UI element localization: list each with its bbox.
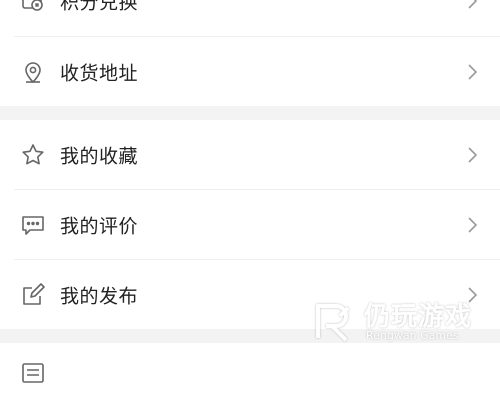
menu-item-label: 收货地址	[60, 62, 139, 84]
menu-item-reviews[interactable]: 我的评价	[0, 190, 500, 259]
menu-item-label: 我的收藏	[60, 145, 139, 167]
star-icon	[20, 142, 46, 168]
section-separator	[0, 106, 500, 120]
menu-item-points-exchange[interactable]: 积分兑换	[0, 0, 500, 35]
watermark-subtitle: Rengwan Games	[366, 329, 459, 342]
comment-icon	[20, 212, 46, 238]
menu-item-partial[interactable]	[0, 343, 500, 412]
watermark-title: 仍玩游戏	[364, 302, 473, 332]
location-pin-icon	[20, 59, 46, 85]
points-exchange-icon	[20, 0, 46, 14]
chevron-right-icon	[466, 216, 478, 234]
chevron-right-icon	[466, 63, 478, 81]
menu-item-label: 积分兑换	[60, 0, 139, 13]
list-icon	[20, 360, 46, 386]
watermark: 仍玩游戏 Rengwan Games	[312, 296, 482, 348]
menu-item-shipping-address[interactable]: 收货地址	[0, 37, 500, 106]
chevron-right-icon	[466, 146, 478, 164]
edit-icon	[20, 282, 46, 308]
menu-item-label: 我的评价	[60, 215, 139, 237]
watermark-logo-icon	[312, 298, 358, 344]
menu-item-favorites[interactable]: 我的收藏	[0, 120, 500, 189]
chevron-right-icon	[466, 0, 478, 10]
menu-item-label: 我的发布	[60, 285, 139, 307]
